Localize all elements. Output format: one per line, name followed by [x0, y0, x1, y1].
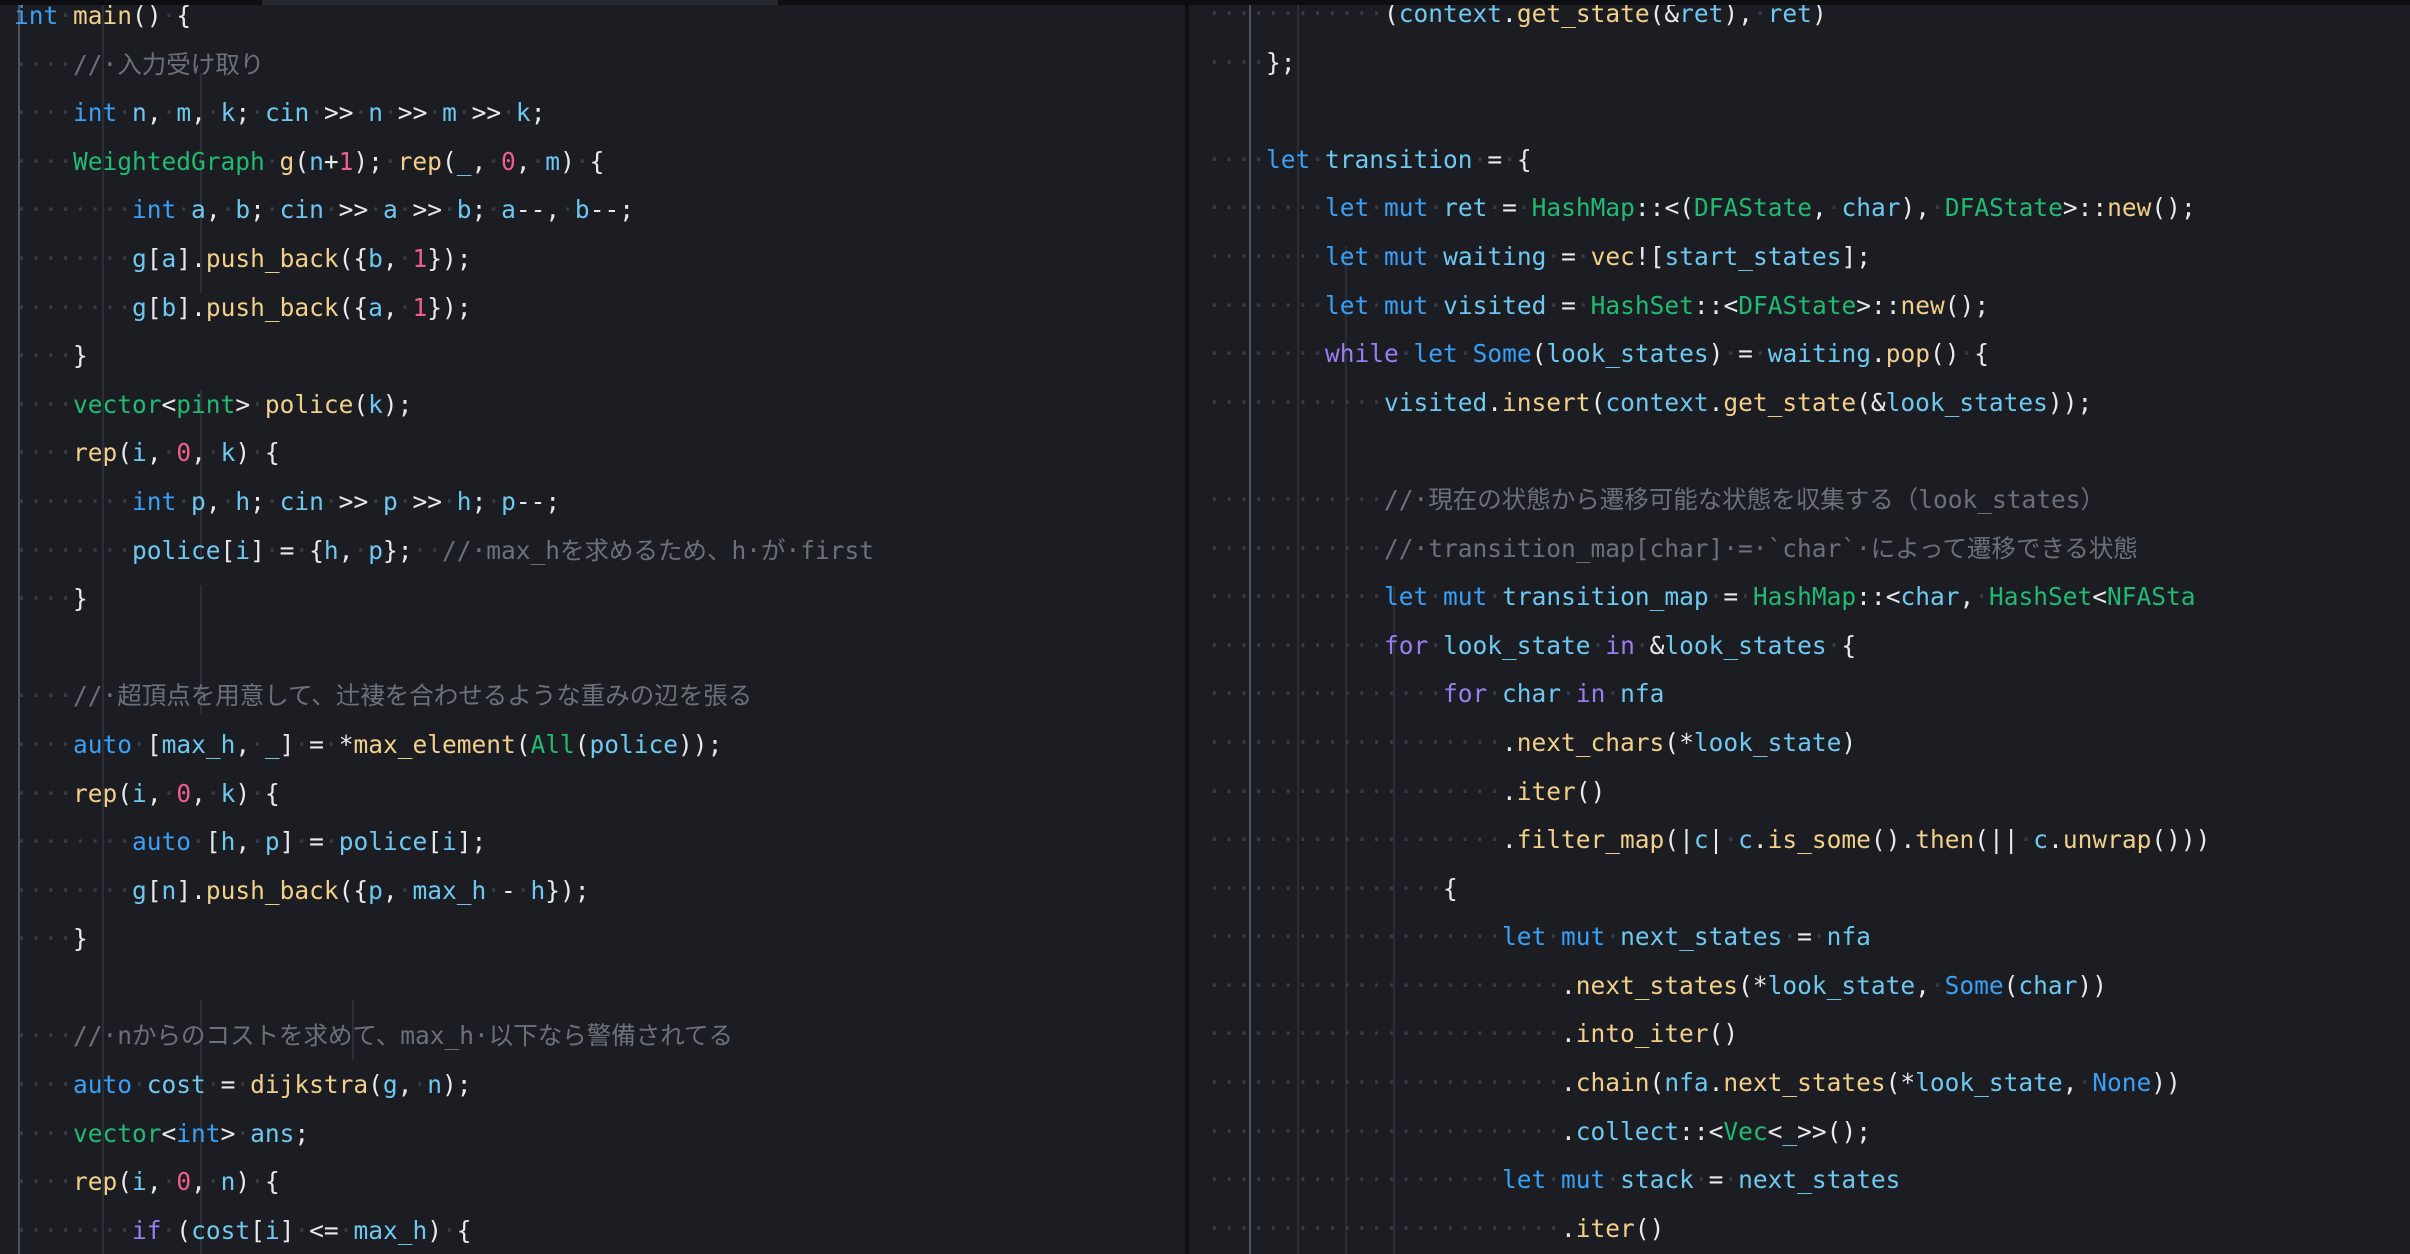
code-line[interactable]: ········auto·[h,·p]·=·police[i];	[14, 818, 1185, 867]
code-line[interactable]: ····//·nからのコストを求めて、max_h·以下なら警備されてる	[14, 1012, 1185, 1061]
code-line[interactable]: ····rep(i,·0,·k)·{	[14, 770, 1185, 819]
code-line[interactable]: ····rep(i,·0,·k)·{	[14, 429, 1185, 478]
code-line[interactable]: ········g[n].push_back({p,·max_h·-·h});	[14, 867, 1185, 916]
code-line[interactable]: ········while·let·Some(look_states)·=·wa…	[1207, 330, 2410, 379]
code-line[interactable]: ········let·mut·ret·=·HashMap::<(DFAStat…	[1207, 184, 2410, 233]
code-line[interactable]: ····let·transition·=·{	[1207, 136, 2410, 185]
code-line[interactable]: ····WeightedGraph·g(n+1);·rep(_,·0,·m)·{	[14, 138, 1185, 187]
code-line[interactable]: ························.chain(nfa.next_…	[1207, 1059, 2410, 1108]
code-line[interactable]: ····················.iter()	[1207, 768, 2410, 817]
code-line[interactable]: ························.iter()	[1207, 1205, 2410, 1254]
code-line[interactable]: ············let·mut·transition_map·=·Has…	[1207, 573, 2410, 622]
code-line[interactable]: ····//·入力受け取り	[14, 41, 1185, 90]
code-line[interactable]: ····rep(i,·0,·n)·{	[14, 1158, 1185, 1207]
code-content-left[interactable]: int·main()·{····//·入力受け取り····int·n,·m,·k…	[0, 0, 1185, 1254]
code-line[interactable]: ························.next_states(*lo…	[1207, 962, 2410, 1011]
code-line[interactable]: ····················let·mut·stack·=·next…	[1207, 1156, 2410, 1205]
code-line[interactable]: ········police[i]·=·{h,·p};··//·max_hを求め…	[14, 527, 1185, 576]
code-line[interactable]: ············//·現在の状態から遷移可能な状態を収集する（look_…	[1207, 476, 2410, 525]
code-line[interactable]: ················{	[1207, 865, 2410, 914]
code-line[interactable]	[14, 624, 1185, 673]
code-line[interactable]: ····};	[1207, 39, 2410, 88]
editor-pane-right[interactable]: ············(context.get_state(&ret),·re…	[1189, 0, 2410, 1254]
code-line[interactable]	[14, 964, 1185, 1013]
code-line[interactable]: ····vector<int>·ans;	[14, 1110, 1185, 1159]
code-line[interactable]: ········int·p,·h;·cin·>>·p·>>·h;·p--;	[14, 478, 1185, 527]
code-line[interactable]: ····················let·mut·next_states·…	[1207, 913, 2410, 962]
code-content-right[interactable]: ············(context.get_state(&ret),·re…	[1189, 0, 2410, 1254]
code-line[interactable]: ····················.next_chars(*look_st…	[1207, 719, 2410, 768]
code-line[interactable]: ················for·char·in·nfa	[1207, 670, 2410, 719]
code-line[interactable]: ····················.filter_map(|c|·c.is…	[1207, 816, 2410, 865]
code-line[interactable]: ························.into_iter()	[1207, 1010, 2410, 1059]
code-line[interactable]: ····auto·[max_h,·_]·=·*max_element(All(p…	[14, 721, 1185, 770]
window-top-strip	[0, 0, 2410, 5]
code-line[interactable]: ········let·mut·visited·=·HashSet::<DFAS…	[1207, 282, 2410, 331]
code-line[interactable]	[1207, 427, 2410, 476]
code-line[interactable]: ········let·mut·waiting·=·vec![start_sta…	[1207, 233, 2410, 282]
code-line[interactable]: ····}	[14, 575, 1185, 624]
code-line[interactable]: ····//·超頂点を用意して、辻褄を合わせるような重みの辺を張る	[14, 672, 1185, 721]
code-line[interactable]: ············visited.insert(context.get_s…	[1207, 379, 2410, 428]
code-line[interactable]: ············for·look_state·in·&look_stat…	[1207, 622, 2410, 671]
code-line[interactable]: ····}	[14, 915, 1185, 964]
code-line[interactable]: ····auto·cost·=·dijkstra(g,·n);	[14, 1061, 1185, 1110]
editor-window: int·main()·{····//·入力受け取り····int·n,·m,·k…	[0, 0, 2410, 1254]
editor-pane-left[interactable]: int·main()·{····//·入力受け取り····int·n,·m,·k…	[0, 0, 1185, 1254]
code-line[interactable]: ········g[a].push_back({b,·1});	[14, 235, 1185, 284]
code-line[interactable]: ············(context.get_state(&ret),·re…	[1207, 0, 2410, 39]
code-line[interactable]: ········if·(cost[i]·<=·max_h)·{	[14, 1207, 1185, 1254]
code-line[interactable]: ············//·transition_map[char]·=·`c…	[1207, 525, 2410, 574]
tab-strip-segment	[262, 0, 778, 5]
code-line[interactable]: ························.collect::<Vec<_…	[1207, 1108, 2410, 1157]
code-line[interactable]: ········g[b].push_back({a,·1});	[14, 284, 1185, 333]
code-line[interactable]: int·main()·{	[14, 0, 1185, 41]
code-line[interactable]: ····}	[14, 332, 1185, 381]
code-line[interactable]: ····int·n,·m,·k;·cin·>>·n·>>·m·>>·k;	[14, 89, 1185, 138]
code-line[interactable]: ········int·a,·b;·cin·>>·a·>>·b;·a--,·b-…	[14, 186, 1185, 235]
code-line[interactable]: ····vector<pint>·police(k);	[14, 381, 1185, 430]
code-line[interactable]	[1207, 87, 2410, 136]
